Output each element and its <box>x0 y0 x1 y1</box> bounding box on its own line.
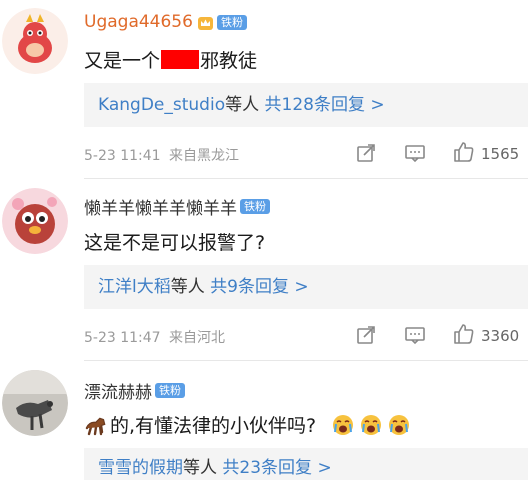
fan-badge: 铁粉 <box>155 383 185 398</box>
reply-count[interactable]: 共9条回复 > <box>210 277 308 297</box>
crying-face-icon <box>388 414 410 436</box>
divider <box>84 178 528 179</box>
reply-user[interactable]: 雪雪的假期 <box>84 458 183 478</box>
username-row: Ugaga44656 铁粉 <box>84 12 247 32</box>
divider <box>84 360 528 361</box>
avatar[interactable] <box>2 188 68 254</box>
comment-text-part: 邪教徒 <box>200 50 258 72</box>
avatar[interactable] <box>2 8 68 74</box>
comment-meta: 5-23 11:41 来自黑龙江 <box>84 145 239 165</box>
reply-etc: 等人 <box>183 458 217 478</box>
reply-etc: 等人 <box>170 277 205 297</box>
comment-text-part: 的,有懂法律的小伙伴吗? <box>110 415 317 437</box>
comment-text: 的,有懂法律的小伙伴吗? <box>84 411 410 438</box>
reply-count[interactable]: 共128条回复 > <box>265 95 385 115</box>
username-row: 懒羊羊懒羊羊懒羊羊 铁粉 <box>84 194 270 219</box>
share-icon[interactable] <box>356 325 376 345</box>
like-button[interactable]: 1565 <box>452 140 519 168</box>
fan-badge: 铁粉 <box>216 14 247 30</box>
comment-text-part: 又是一个 <box>84 50 161 72</box>
emoji-group <box>326 414 410 436</box>
reply-user[interactable]: KangDe_studio <box>84 95 225 115</box>
location: 来自河北 <box>169 330 226 346</box>
redaction-block <box>161 50 200 69</box>
username-row: 漂流赫赫 铁粉 <box>84 378 185 403</box>
comment-text: 又是一个 邪教徒 <box>84 46 257 73</box>
horse-emoji-icon <box>84 414 108 436</box>
timestamp: 5-23 11:47 <box>84 330 161 346</box>
location: 来自黑龙江 <box>169 148 240 164</box>
comment-icon[interactable] <box>404 143 426 163</box>
reply-summary[interactable]: KangDe_studio等人 共128条回复 > <box>84 83 528 127</box>
username[interactable]: Ugaga44656 <box>84 12 193 32</box>
avatar[interactable] <box>2 370 68 436</box>
thumbs-up-icon <box>452 322 476 350</box>
comment-icon[interactable] <box>404 325 426 345</box>
crying-face-icon <box>360 414 382 436</box>
like-count: 3360 <box>481 327 520 345</box>
share-icon[interactable] <box>356 143 376 163</box>
timestamp: 5-23 11:41 <box>84 148 161 164</box>
fan-badge: 铁粉 <box>240 199 270 214</box>
username[interactable]: 漂流赫赫 <box>84 378 152 403</box>
like-button[interactable]: 3360 <box>452 322 519 350</box>
crown-icon <box>197 14 214 31</box>
reply-user[interactable]: 江洋l大稻 <box>84 277 171 297</box>
reply-summary[interactable]: 江洋l大稻等人 共9条回复 > <box>84 265 528 309</box>
like-count: 1565 <box>481 145 520 163</box>
comment-meta: 5-23 11:47 来自河北 <box>84 327 225 347</box>
comment-text: 这是不是可以报警了? <box>84 232 266 254</box>
reply-etc: 等人 <box>225 95 260 115</box>
reply-count[interactable]: 共23条回复 > <box>222 458 331 478</box>
username[interactable]: 懒羊羊懒羊羊懒羊羊 <box>84 194 237 219</box>
crying-face-icon <box>332 414 354 436</box>
reply-summary[interactable]: 雪雪的假期等人 共23条回复 > <box>84 448 528 480</box>
thumbs-up-icon <box>452 140 476 168</box>
